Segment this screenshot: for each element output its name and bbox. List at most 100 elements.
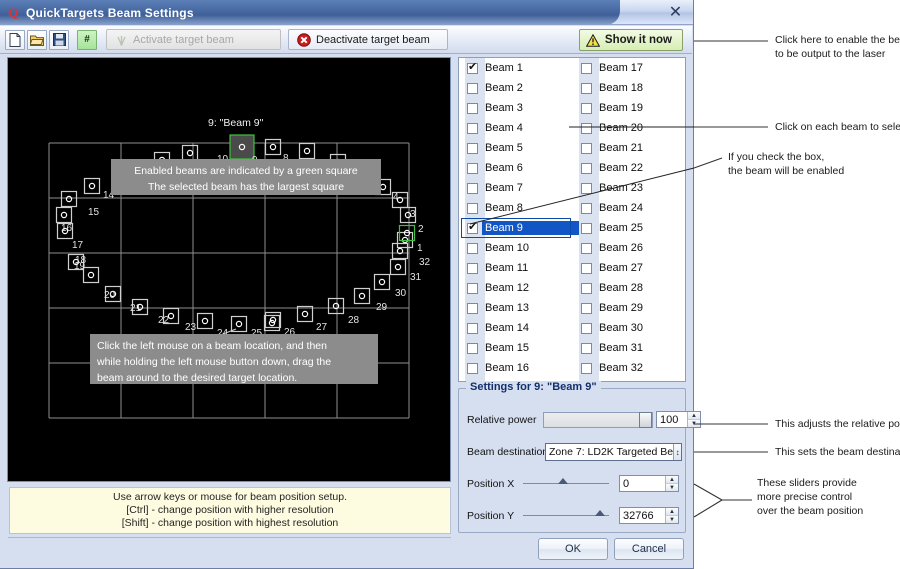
position-y-spin-arrows[interactable]: ▲ ▼ [665, 508, 678, 523]
beam-enable-checkbox[interactable] [581, 163, 592, 174]
beam-list-item[interactable]: Beam 19 [573, 98, 685, 118]
beam-enable-checkbox[interactable] [467, 163, 478, 174]
beam-enable-checkbox[interactable] [467, 183, 478, 194]
beam-destination-label: Beam destination [467, 446, 545, 458]
beam-list-item[interactable]: Beam 21 [573, 138, 685, 158]
beam-marker-9[interactable] [230, 135, 254, 159]
beam-list-item[interactable]: Beam 25 [573, 218, 685, 238]
beam-enable-checkbox[interactable] [467, 343, 478, 354]
beam-enable-checkbox[interactable] [467, 83, 478, 94]
spin-up-icon[interactable]: ▲ [666, 476, 678, 484]
open-folder-icon[interactable] [27, 30, 47, 50]
beam-list-item[interactable]: Beam 22 [573, 158, 685, 178]
beam-list-item[interactable]: Beam 7 [459, 178, 573, 198]
beam-list-item[interactable]: Beam 13 [459, 298, 573, 318]
beam-enable-checkbox[interactable] [581, 103, 592, 114]
chevron-updown-icon[interactable]: ↕ [673, 444, 681, 460]
deactivate-target-beam-button[interactable]: Deactivate target beam [288, 29, 448, 50]
beam-list-item[interactable]: Beam 3 [459, 98, 573, 118]
grid-toggle-icon[interactable]: # [77, 30, 97, 50]
beam-list-item[interactable]: Beam 15 [459, 338, 573, 358]
beam-list-item[interactable]: Beam 27 [573, 258, 685, 278]
beam-enable-checkbox[interactable] [467, 263, 478, 274]
beam-list-item[interactable]: Beam 18 [573, 78, 685, 98]
position-y-thumb[interactable] [595, 510, 605, 516]
beam-list-item[interactable]: Beam 17 [573, 58, 685, 78]
beam-list-item[interactable]: Beam 23 [573, 178, 685, 198]
spin-down-icon[interactable]: ▼ [666, 516, 678, 523]
beam-enable-checkbox[interactable] [581, 243, 592, 254]
position-x-spinbox[interactable]: 0 ▲ ▼ [619, 475, 679, 492]
spin-down-icon[interactable]: ▼ [666, 484, 678, 491]
beam-list-item[interactable]: Beam 16 [459, 358, 573, 378]
beam-position-canvas[interactable]: 1234567891011121314151617181920212223242… [7, 57, 451, 482]
beam-list-item[interactable]: Beam 8 [459, 198, 573, 218]
beam-enable-checkbox[interactable] [581, 143, 592, 154]
beam-enable-checkbox[interactable] [581, 223, 592, 234]
relative-power-thumb[interactable] [639, 412, 652, 428]
position-y-slider[interactable] [523, 515, 609, 516]
ok-button[interactable]: OK [538, 538, 608, 560]
beam-list-item-label: Beam 11 [485, 262, 528, 274]
beam-list-item[interactable]: Beam 32 [573, 358, 685, 378]
save-disk-icon[interactable] [49, 30, 69, 50]
beam-enable-checkbox[interactable] [581, 63, 592, 74]
beam-list-item[interactable]: Beam 31 [573, 338, 685, 358]
beam-enable-checkbox[interactable] [467, 123, 478, 134]
relative-power-spinbox[interactable]: 100 ▲ ▼ [656, 411, 701, 428]
beam-destination-select[interactable]: Zone 7: LD2K Targeted Be ↕ [545, 443, 682, 461]
spin-down-icon[interactable]: ▼ [688, 420, 700, 427]
beam-list-item[interactable]: Beam 5 [459, 138, 573, 158]
beam-enable-checkbox[interactable] [467, 363, 478, 374]
beam-enable-checkbox[interactable] [581, 123, 592, 134]
position-x-slider[interactable] [523, 483, 609, 484]
beam-enable-checkbox[interactable] [581, 183, 592, 194]
beam-list-item[interactable]: Beam 12 [459, 278, 573, 298]
beam-list-item-label: Beam 5 [485, 142, 523, 154]
beam-list-item[interactable]: Beam 9 [459, 218, 573, 238]
show-it-now-button[interactable]: Show it now [579, 29, 683, 51]
beam-list-item[interactable]: Beam 28 [573, 278, 685, 298]
beam-list-item[interactable]: Beam 20 [573, 118, 685, 138]
beam-enable-checkbox[interactable] [581, 83, 592, 94]
beam-list-item[interactable]: Beam 2 [459, 78, 573, 98]
beam-list-item[interactable]: Beam 1 [459, 58, 573, 78]
relative-power-spin-arrows[interactable]: ▲ ▼ [687, 412, 700, 427]
beam-enable-checkbox[interactable] [581, 263, 592, 274]
beam-enable-checkbox[interactable] [467, 283, 478, 294]
beam-enable-checkbox[interactable] [467, 103, 478, 114]
position-x-thumb[interactable] [558, 478, 568, 484]
beam-enable-checkbox[interactable] [467, 203, 478, 214]
beam-enable-checkbox[interactable] [467, 143, 478, 154]
relative-power-slider[interactable] [543, 412, 653, 428]
activate-target-beam-button[interactable]: Activate target beam [106, 29, 281, 50]
position-x-spin-arrows[interactable]: ▲ ▼ [665, 476, 678, 491]
beam-enable-checkbox[interactable] [581, 203, 592, 214]
beam-list-item[interactable]: Beam 14 [459, 318, 573, 338]
beam-enable-checkbox[interactable] [581, 303, 592, 314]
close-icon[interactable]: ✕ [666, 3, 685, 22]
cancel-button[interactable]: Cancel [614, 538, 684, 560]
beam-list-item[interactable]: Beam 11 [459, 258, 573, 278]
beam-enable-checkbox[interactable] [467, 223, 478, 234]
beam-list-item[interactable]: Beam 26 [573, 238, 685, 258]
spin-up-icon[interactable]: ▲ [688, 412, 700, 420]
spin-up-icon[interactable]: ▲ [666, 508, 678, 516]
beam-enable-checkbox[interactable] [581, 343, 592, 354]
beam-enable-checkbox[interactable] [467, 63, 478, 74]
beam-enable-checkbox[interactable] [467, 303, 478, 314]
beam-list-item[interactable]: Beam 29 [573, 298, 685, 318]
new-file-icon[interactable] [5, 30, 25, 50]
beam-enable-checkbox[interactable] [581, 283, 592, 294]
beam-list-item[interactable]: Beam 24 [573, 198, 685, 218]
beam-enable-checkbox[interactable] [467, 323, 478, 334]
beam-enable-checkbox[interactable] [581, 323, 592, 334]
beam-list-item[interactable]: Beam 30 [573, 318, 685, 338]
beam-enable-checkbox[interactable] [581, 363, 592, 374]
beam-enable-checkbox[interactable] [467, 243, 478, 254]
beam-list-item[interactable]: Beam 6 [459, 158, 573, 178]
beam-list-item[interactable]: Beam 10 [459, 238, 573, 258]
beam-list-item[interactable]: Beam 4 [459, 118, 573, 138]
beam-list[interactable]: Beam 1Beam 2Beam 3Beam 4Beam 5Beam 6Beam… [458, 57, 686, 382]
position-y-spinbox[interactable]: 32766 ▲ ▼ [619, 507, 679, 524]
